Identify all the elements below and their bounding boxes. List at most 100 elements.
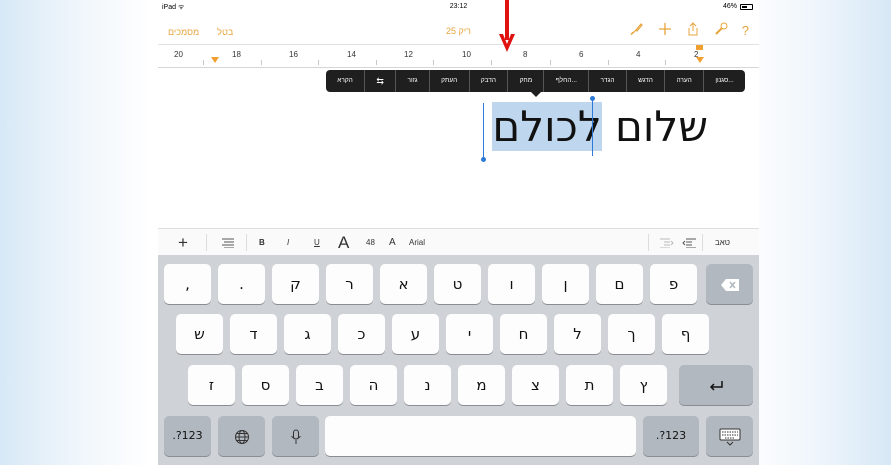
selection-end-handle[interactable]: [590, 96, 595, 101]
word-shalom[interactable]: שלום: [615, 102, 708, 151]
format-bar: + B I U A 48 A Arial טאב: [158, 228, 759, 257]
menu-delete[interactable]: מחק: [507, 70, 543, 92]
left-indent-marker[interactable]: [211, 57, 219, 63]
numbers-key-right[interactable]: .?123: [643, 416, 699, 456]
menu-caret: [531, 92, 541, 97]
add-icon[interactable]: [658, 22, 672, 40]
selection-start-line: [483, 103, 484, 159]
tab-button[interactable]: טאב: [715, 229, 730, 256]
menu-text-direction[interactable]: ⇆: [364, 70, 395, 92]
hide-keyboard-key[interactable]: [706, 416, 753, 456]
menu-highlight[interactable]: הדגש: [625, 70, 664, 92]
paragraph-style-icon[interactable]: [222, 229, 234, 256]
font-size-down-button[interactable]: A: [389, 229, 396, 256]
dictation-key[interactable]: [272, 416, 319, 456]
ruler-label: 18: [232, 50, 241, 59]
key-letter[interactable]: ז: [188, 365, 235, 405]
key-letter[interactable]: ט: [434, 264, 481, 304]
ruler-label: 12: [404, 50, 413, 59]
font-name-button[interactable]: Arial: [409, 229, 425, 256]
return-key[interactable]: [679, 365, 753, 405]
ruler-label: 10: [462, 50, 471, 59]
key-letter[interactable]: ק: [272, 264, 319, 304]
divider: [702, 234, 703, 251]
divider: [246, 234, 247, 251]
underline-button[interactable]: U: [314, 229, 320, 256]
format-brush-icon[interactable]: [630, 22, 644, 40]
ruler-label: 6: [579, 50, 584, 59]
key-letter[interactable]: כ: [338, 314, 385, 354]
key-letter[interactable]: ו: [488, 264, 535, 304]
key-letter[interactable]: ג: [284, 314, 331, 354]
menu-define[interactable]: הגדר: [588, 70, 626, 92]
key-letter[interactable]: נ: [404, 365, 451, 405]
globe-icon: [234, 427, 250, 445]
battery-status: 46%: [723, 3, 753, 10]
indent-icon[interactable]: [660, 229, 674, 256]
key-letter[interactable]: י: [446, 314, 493, 354]
share-icon[interactable]: [686, 22, 700, 40]
battery-percent: 46%: [722, 3, 737, 10]
menu-copy[interactable]: העתק: [428, 70, 469, 92]
menu-replace[interactable]: החלף...: [543, 70, 588, 92]
ruler-tick: [318, 60, 319, 65]
battery-icon: [740, 3, 753, 10]
ruler-tick: [203, 60, 204, 65]
ruler-tick: [433, 60, 434, 65]
menu-paste[interactable]: הדבק: [468, 70, 508, 92]
ruler-label: 16: [289, 50, 298, 59]
font-size-value: 48: [366, 238, 375, 247]
backspace-key[interactable]: [706, 264, 753, 304]
key-letter[interactable]: ש: [176, 314, 223, 354]
ipad-screen: iPad ᯤ 23:12 46% מסמכים בטל ריק 25 ? 20 …: [158, 0, 759, 465]
document-body[interactable]: שלום לכולם: [478, 102, 708, 160]
menu-comment[interactable]: הערה: [664, 70, 703, 92]
key-period[interactable]: .: [218, 264, 265, 304]
key-letter[interactable]: ן: [542, 264, 589, 304]
key-letter[interactable]: מ: [458, 365, 505, 405]
key-letter[interactable]: ר: [326, 264, 373, 304]
key-letter[interactable]: ך: [608, 314, 655, 354]
key-letter[interactable]: ח: [500, 314, 547, 354]
ruler-tick: [491, 60, 492, 65]
key-comma[interactable]: ,: [164, 264, 211, 304]
key-letter[interactable]: פ: [650, 264, 697, 304]
outdent-icon[interactable]: [682, 229, 696, 256]
key-letter[interactable]: א: [380, 264, 427, 304]
key-letter[interactable]: ם: [596, 264, 643, 304]
key-letter[interactable]: ץ: [620, 365, 667, 405]
wrench-icon[interactable]: [714, 22, 728, 40]
key-letter[interactable]: ב: [296, 365, 343, 405]
selection-end-line: [592, 99, 593, 156]
menu-cut[interactable]: גזור: [395, 70, 429, 92]
key-letter[interactable]: צ: [512, 365, 559, 405]
keyboard: , . ק ר א ט ו ן ם פ ש ד ג כ ע י ח ל ך ף …: [158, 255, 759, 465]
ruler[interactable]: 20 18 16 14 12 10 8 6 4 2: [158, 44, 759, 68]
selected-word[interactable]: לכולם: [492, 102, 602, 151]
selection-start-handle[interactable]: [481, 157, 486, 162]
ruler-tick: [550, 60, 551, 65]
menu-style[interactable]: סגנון...: [703, 70, 745, 92]
ruler-tick: [376, 60, 377, 65]
key-letter[interactable]: ע: [392, 314, 439, 354]
key-letter[interactable]: ד: [230, 314, 277, 354]
first-line-indent-marker[interactable]: [696, 45, 703, 50]
help-icon[interactable]: ?: [742, 22, 749, 40]
divider: [206, 234, 207, 251]
key-letter[interactable]: ף: [662, 314, 709, 354]
app-toolbar: מסמכים בטל ריק 25 ?: [158, 18, 759, 44]
bold-button[interactable]: B: [259, 229, 265, 256]
keyboard-icon: [719, 427, 741, 446]
numbers-key[interactable]: .?123: [164, 416, 211, 456]
menu-speak[interactable]: הקרא: [326, 70, 364, 92]
key-letter[interactable]: ס: [242, 365, 289, 405]
insert-button[interactable]: +: [178, 229, 188, 256]
italic-button[interactable]: I: [287, 229, 289, 256]
font-size-up-button[interactable]: A: [338, 229, 349, 256]
globe-key[interactable]: [218, 416, 265, 456]
key-letter[interactable]: ה: [350, 365, 397, 405]
key-letter[interactable]: ת: [566, 365, 613, 405]
space-key[interactable]: [325, 416, 636, 456]
key-letter[interactable]: ל: [554, 314, 601, 354]
right-indent-marker[interactable]: [696, 57, 704, 63]
